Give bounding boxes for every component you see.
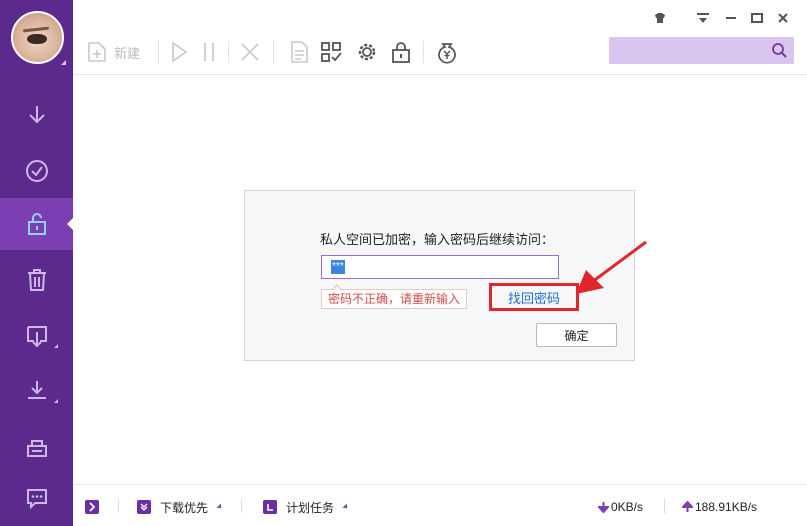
maximize-button[interactable] — [747, 8, 767, 28]
download-tray-icon — [27, 381, 46, 399]
start-button[interactable] — [167, 38, 191, 66]
avatar-menu-icon[interactable] — [61, 60, 66, 65]
maximize-icon — [751, 13, 763, 23]
sidebar-item-completed[interactable] — [0, 145, 73, 197]
new-task-button[interactable]: 新建 — [85, 38, 140, 66]
up-arrow-icon — [682, 501, 693, 512]
print-icon — [26, 440, 47, 457]
app-window: 新建 私人空间已加密，输入密码后继续访问： *** 密码不正确，请重新输入 找回… — [0, 0, 807, 526]
status-bar: 下载优先 计划任务 0KB/s 188.91KB/s — [73, 484, 807, 526]
avatar-eye — [27, 34, 47, 44]
down-arrow-icon — [598, 502, 609, 513]
scheduled-tasks-button[interactable]: 计划任务 — [263, 499, 350, 515]
new-file-icon — [88, 42, 106, 62]
password-error-tooltip: 密码不正确，请重新输入 — [321, 284, 468, 309]
scheduled-tasks-label: 计划任务 — [286, 500, 335, 515]
dropdown-icon — [216, 503, 224, 511]
annotation-arrow-icon — [576, 240, 647, 294]
settings-button[interactable] — [355, 38, 379, 66]
statusbar-divider — [118, 499, 119, 513]
dialog-message: 私人空间已加密，输入密码后继续访问： — [320, 232, 555, 247]
dropdown-icon — [342, 503, 350, 511]
sidebar-item-menu-icon — [54, 344, 58, 348]
download-priority-label: 下载优先 — [160, 500, 209, 515]
password-value: *** — [331, 260, 345, 274]
toolbar-divider — [423, 41, 424, 63]
search-icon[interactable] — [771, 42, 788, 59]
password-field[interactable]: *** — [321, 255, 559, 279]
download-speed: 0KB/s — [598, 499, 643, 515]
clock-icon — [263, 500, 277, 514]
sidebar-item-private-space[interactable] — [0, 198, 73, 250]
sidebar-item-trash[interactable] — [0, 254, 73, 306]
money-bag-icon — [438, 43, 456, 64]
vip-button[interactable] — [435, 38, 459, 66]
sidebar-item-print[interactable] — [0, 424, 73, 476]
toolbar-divider — [158, 41, 159, 63]
delete-x-icon — [241, 43, 259, 61]
unlock-icon — [27, 213, 46, 235]
confirm-button[interactable]: 确定 — [536, 323, 617, 347]
expand-arrow-icon — [85, 500, 99, 514]
sidebar-item-menu-icon — [54, 399, 58, 403]
pause-icon — [204, 43, 214, 61]
upload-speed: 188.91KB/s — [682, 499, 757, 515]
sidebar-item-chat[interactable] — [0, 472, 73, 524]
download-priority-button[interactable]: 下载优先 — [137, 499, 224, 515]
skin-button[interactable] — [650, 8, 670, 28]
play-icon — [172, 41, 188, 63]
details-button[interactable] — [287, 38, 311, 66]
sidebar-item-downloads-box[interactable] — [0, 310, 73, 362]
pause-button[interactable] — [197, 38, 221, 66]
toolbar-divider — [228, 41, 229, 63]
recover-password-link[interactable]: 找回密码 — [489, 283, 579, 311]
minimize-icon — [726, 17, 736, 19]
sidebar-item-downloading[interactable] — [0, 90, 73, 142]
download-speed-value: 0KB/s — [611, 500, 644, 514]
delete-button[interactable] — [238, 38, 262, 66]
lock-button[interactable] — [389, 38, 413, 66]
avatar[interactable] — [11, 11, 64, 64]
trash-icon — [27, 269, 46, 291]
close-icon — [778, 13, 788, 23]
close-button[interactable] — [773, 8, 793, 28]
sidebar — [0, 0, 73, 526]
statusbar-divider — [664, 499, 665, 513]
grid-check-icon — [321, 42, 342, 62]
main-menu-button[interactable] — [693, 8, 713, 28]
skin-icon — [655, 13, 665, 23]
download-arrow-icon — [28, 106, 45, 124]
menu-icon — [697, 13, 709, 23]
upload-speed-value: 188.91KB/s — [695, 500, 758, 514]
avatar-brow — [22, 26, 50, 33]
minimize-button[interactable] — [721, 8, 741, 28]
priority-icon — [137, 500, 151, 514]
collapse-button[interactable] — [85, 499, 99, 515]
statusbar-divider — [241, 499, 242, 513]
batch-select-button[interactable] — [319, 38, 343, 66]
toolbar: 新建 — [73, 0, 807, 75]
check-circle-icon — [25, 160, 48, 182]
gear-icon — [358, 43, 376, 61]
toolbar-divider — [273, 41, 274, 63]
new-task-label: 新建 — [114, 45, 141, 61]
download-box-icon — [26, 326, 47, 348]
document-icon — [291, 41, 308, 63]
chat-bubble-icon — [26, 489, 47, 510]
lock-icon — [392, 42, 410, 63]
search-input[interactable] — [609, 37, 794, 64]
sidebar-item-download-tray[interactable] — [0, 365, 73, 417]
